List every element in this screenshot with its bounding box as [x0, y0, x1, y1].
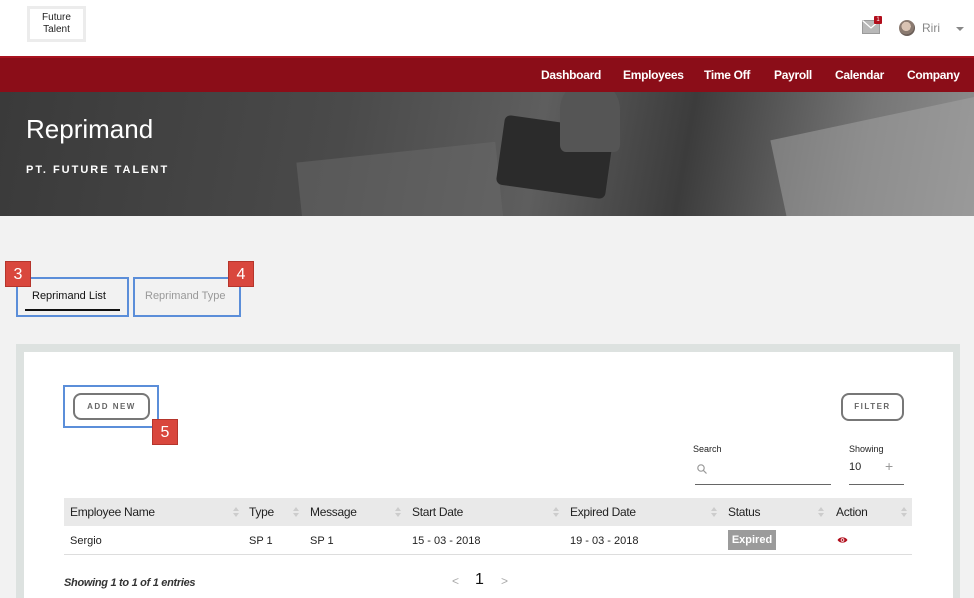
tab-reprimand-type[interactable]: Reprimand Type [133, 277, 241, 317]
sort-icon[interactable] [293, 507, 299, 517]
chevron-down-icon[interactable] [956, 27, 964, 31]
annotation-marker: 3 [5, 261, 31, 287]
search-label: Search [693, 444, 722, 454]
sort-icon[interactable] [901, 507, 907, 517]
showing-underline [849, 484, 904, 485]
col-message[interactable]: Message [310, 505, 357, 519]
logo-line2: Talent [43, 24, 70, 35]
sort-icon[interactable] [818, 507, 824, 517]
add-new-button[interactable]: ADD NEW [73, 393, 150, 420]
table-header: Employee Name Type Message Start Date Ex… [64, 498, 912, 526]
cell-employee: Sergio [70, 535, 102, 547]
annotation-marker: 5 [152, 419, 178, 445]
search-icon [697, 464, 707, 474]
tab-reprimand-list[interactable]: Reprimand List [16, 277, 129, 317]
col-action[interactable]: Action [836, 505, 868, 519]
tab-label: Reprimand Type [145, 290, 226, 302]
page-size-value[interactable]: 10 [849, 461, 861, 473]
tab-label: Reprimand List [32, 290, 106, 302]
page-title: Reprimand [26, 114, 154, 144]
search-input[interactable] [712, 460, 830, 480]
sort-icon[interactable] [711, 507, 717, 517]
col-start-date[interactable]: Start Date [412, 505, 463, 519]
pagination-next[interactable]: > [501, 574, 508, 588]
filter-button[interactable]: FILTER [841, 393, 904, 421]
entries-info: Showing 1 to 1 of 1 entries [64, 577, 196, 589]
annotation-marker: 4 [228, 261, 254, 287]
pagination-page[interactable]: 1 [475, 571, 484, 589]
cell-message: SP 1 [310, 535, 334, 547]
cell-start-date: 15 - 03 - 2018 [412, 535, 481, 547]
hero-background-shape [770, 92, 974, 216]
sort-icon[interactable] [553, 507, 559, 517]
company-name: PT. FUTURE TALENT [26, 164, 170, 176]
active-tab-underline [25, 309, 120, 311]
col-expired-date[interactable]: Expired Date [570, 505, 636, 519]
nav-time-off[interactable]: Time Off [704, 68, 750, 82]
avatar[interactable] [899, 20, 915, 36]
top-bar: Future Talent 1 Riri [0, 0, 974, 56]
nav-dashboard[interactable]: Dashboard [541, 68, 601, 82]
sort-icon[interactable] [395, 507, 401, 517]
showing-label: Showing [849, 444, 884, 454]
nav-employees[interactable]: Employees [623, 68, 684, 82]
col-employee-name[interactable]: Employee Name [70, 505, 155, 519]
hero-background-shape [560, 92, 620, 152]
nav-payroll[interactable]: Payroll [774, 68, 812, 82]
nav-company[interactable]: Company [907, 68, 960, 82]
mail-badge: 1 [874, 16, 882, 24]
page-size-plus-icon[interactable]: + [885, 458, 893, 474]
hero-banner: Reprimand PT. FUTURE TALENT [0, 92, 974, 216]
hero-background-shape [296, 141, 504, 216]
eye-icon[interactable] [837, 536, 848, 544]
main-nav: Dashboard Employees Time Off Payroll Cal… [0, 56, 974, 92]
logo-line1: Future [42, 12, 71, 23]
search-underline [695, 484, 831, 485]
logo[interactable]: Future Talent [27, 6, 86, 42]
username[interactable]: Riri [922, 21, 940, 35]
col-type[interactable]: Type [249, 505, 274, 519]
col-status[interactable]: Status [728, 505, 761, 519]
cell-type: SP 1 [249, 535, 273, 547]
table-row: Sergio SP 1 SP 1 15 - 03 - 2018 19 - 03 … [64, 527, 912, 555]
cell-expired-date: 19 - 03 - 2018 [570, 535, 639, 547]
pagination-prev[interactable]: < [452, 574, 459, 588]
status-badge: Expired [728, 530, 776, 550]
sort-icon[interactable] [233, 507, 239, 517]
nav-calendar[interactable]: Calendar [835, 68, 884, 82]
